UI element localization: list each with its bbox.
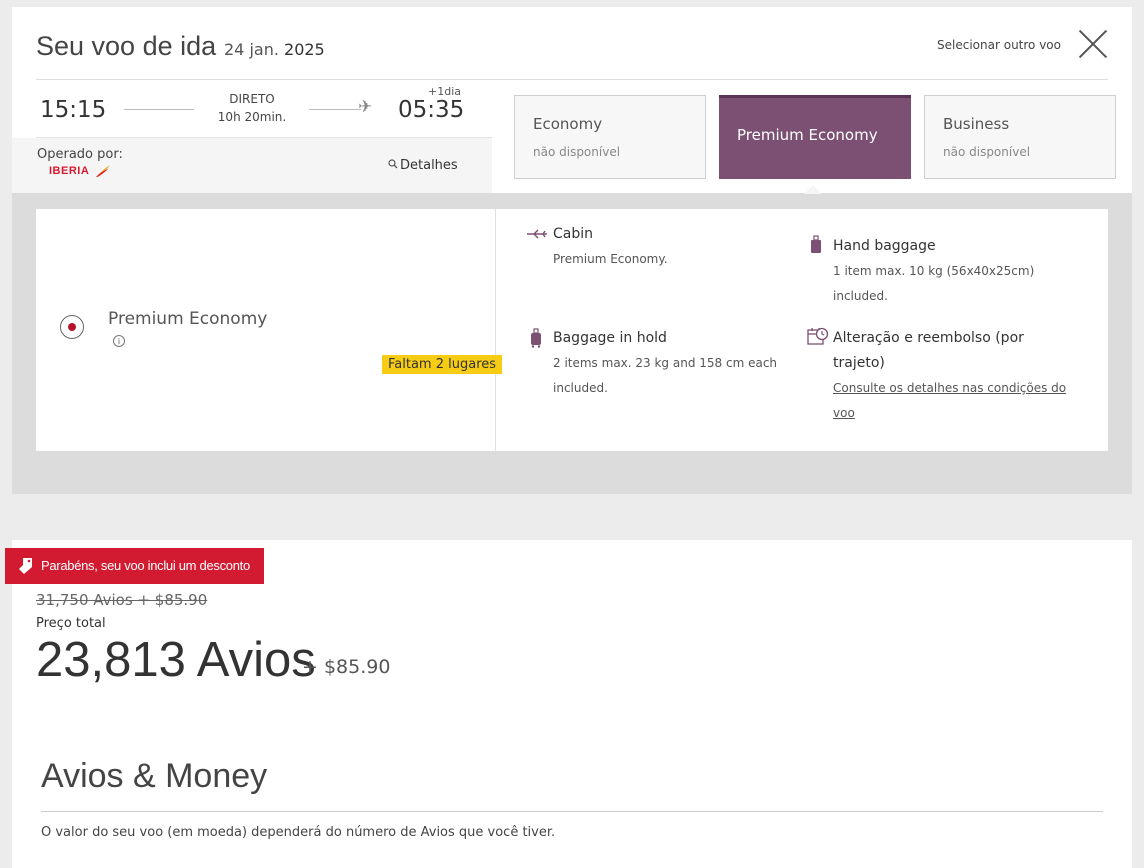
cabin-option-premium-economy[interactable]: Premium Economy bbox=[719, 95, 911, 179]
conditions-link[interactable]: voo bbox=[833, 406, 855, 420]
flight-date: 24 jan. 2025 bbox=[224, 40, 325, 59]
total-price-avios: 23,813 Avios bbox=[36, 633, 316, 687]
fare-name: Premium Economy bbox=[108, 309, 268, 329]
page-title: Seu voo de ida bbox=[36, 31, 217, 61]
hand-baggage-icon bbox=[811, 235, 821, 253]
calendar-clock-icon bbox=[807, 327, 829, 345]
old-price: 31,750 Avios + $85.90 bbox=[36, 591, 208, 609]
hold-baggage-icon bbox=[531, 328, 541, 348]
airline-logo: IBERIA bbox=[49, 165, 90, 177]
seats-left-badge: Faltam 2 lugares bbox=[382, 355, 503, 374]
divider bbox=[495, 209, 496, 451]
operated-by-label: Operado por: bbox=[37, 147, 123, 162]
avios-money-description: O valor do seu voo (em moeda) dependerá … bbox=[41, 825, 556, 840]
plane-icon: ✈ bbox=[358, 97, 373, 117]
info-icon[interactable]: i bbox=[113, 335, 125, 347]
cabin-name: Business bbox=[943, 115, 1010, 133]
total-price-money: + $85.90 bbox=[302, 656, 391, 678]
close-icon[interactable] bbox=[1078, 29, 1108, 59]
departure-time: 15:15 bbox=[40, 97, 107, 123]
feature-changes-refunds: Alteração e reembolso (por trajeto) Cons… bbox=[833, 330, 1067, 420]
discount-text: Parabéns, seu voo inclui um desconto bbox=[41, 558, 250, 573]
feature-cabin: Cabin Premium Economy. bbox=[553, 226, 668, 266]
search-icon bbox=[388, 159, 398, 169]
total-price-label: Preço total bbox=[36, 616, 106, 631]
fare-card: Premium Economy i Faltam 2 lugares Cabin… bbox=[36, 209, 1108, 451]
selection-pointer bbox=[804, 185, 822, 194]
airline-swoosh-icon bbox=[96, 165, 110, 177]
feature-hold-baggage: Baggage in hold 2 items max. 23 kg and 1… bbox=[553, 330, 778, 395]
divider bbox=[36, 137, 492, 138]
details-link[interactable]: Detalhes bbox=[388, 158, 458, 173]
divider bbox=[36, 79, 1108, 80]
cabin-name: Premium Economy bbox=[737, 126, 878, 144]
feature-hand-baggage: Hand baggage 1 item max. 10 kg (56x40x25… bbox=[833, 238, 1035, 303]
select-other-flight-link[interactable]: Selecionar outro voo bbox=[937, 38, 1061, 52]
conditions-link[interactable]: Consulte os detalhes nas condições do bbox=[833, 381, 1066, 395]
cabin-availability: não disponível bbox=[533, 145, 621, 159]
flight-type: DIRETO bbox=[229, 92, 275, 106]
flight-panel: Seu voo de ida 24 jan. 2025 Selecionar o… bbox=[12, 7, 1132, 494]
divider bbox=[41, 811, 1103, 812]
avios-money-title: Avios & Money bbox=[41, 757, 268, 795]
cabin-availability: não disponível bbox=[943, 145, 1031, 159]
arrival-time: 05:35 bbox=[398, 97, 465, 123]
route-line bbox=[309, 109, 361, 110]
plane-cabin-icon bbox=[527, 229, 547, 239]
flight-duration: 10h 20min. bbox=[217, 110, 287, 124]
cabin-option-business[interactable]: Business não disponível bbox=[924, 95, 1116, 179]
route-line bbox=[124, 109, 194, 110]
cabin-option-economy[interactable]: Economy não disponível bbox=[514, 95, 706, 179]
fare-radio[interactable] bbox=[60, 315, 84, 339]
discount-banner: Parabéns, seu voo inclui um desconto bbox=[5, 548, 264, 584]
cabin-name: Economy bbox=[533, 115, 603, 133]
price-panel bbox=[12, 540, 1132, 868]
price-tag-icon bbox=[19, 558, 32, 574]
